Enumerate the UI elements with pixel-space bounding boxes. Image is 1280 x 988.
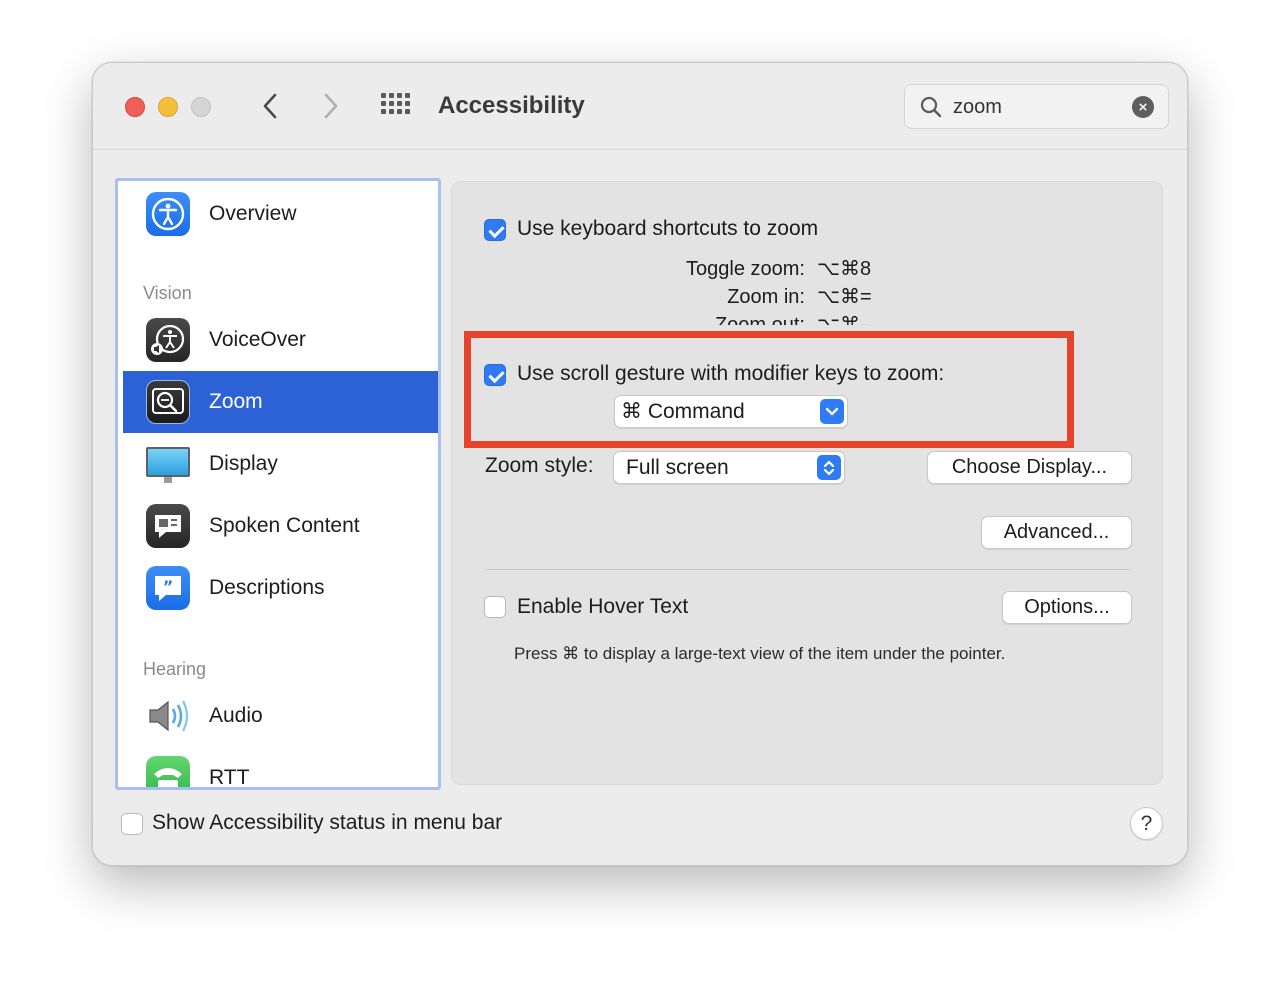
back-button[interactable] xyxy=(253,89,287,123)
sidebar-item-rtt[interactable]: RTT xyxy=(123,747,438,789)
shortcut-keys: ⌥⌘8 xyxy=(817,258,872,280)
show-all-grid-button[interactable] xyxy=(380,92,412,120)
zoom-settings-pane: Use keyboard shortcuts to zoom Toggle zo… xyxy=(451,181,1163,785)
hover-text-label: Enable Hover Text xyxy=(517,595,689,618)
sidebar-item-zoom[interactable]: Zoom xyxy=(123,371,438,433)
chevron-left-icon xyxy=(263,93,277,119)
chevron-right-icon xyxy=(324,93,338,119)
zoom-style-value: Full screen xyxy=(626,456,729,479)
help-button[interactable]: ? xyxy=(1130,807,1163,840)
sidebar-item-spoken-content[interactable]: Spoken Content xyxy=(123,495,438,557)
preferences-window: Accessibility × Overview Vision VoiceOve… xyxy=(92,62,1188,866)
speech-bubble-icon xyxy=(146,504,190,548)
sidebar-item-descriptions[interactable]: ” Descriptions xyxy=(123,557,438,619)
accessibility-person-icon xyxy=(146,192,190,236)
sidebar-section-vision: Vision xyxy=(143,283,192,303)
shortcut-label: Zoom out: xyxy=(714,314,805,325)
shortcut-label: Zoom in: xyxy=(727,286,805,308)
section-divider xyxy=(485,569,1131,570)
shortcut-toggle-zoom: Toggle zoom: ⌥⌘8 xyxy=(605,255,905,283)
sidebar-item-label: VoiceOver xyxy=(209,328,306,351)
sidebar-item-label: Display xyxy=(209,452,278,475)
search-field[interactable]: × xyxy=(904,84,1169,129)
hover-options-button[interactable]: Options... xyxy=(1002,591,1132,624)
sidebar-item-label: Zoom xyxy=(209,390,263,413)
sidebar-item-audio[interactable]: Audio xyxy=(123,685,438,747)
sidebar-item-label: Spoken Content xyxy=(209,514,360,537)
sidebar-item-overview[interactable]: Overview xyxy=(123,183,438,245)
sidebar-list[interactable]: Overview Vision VoiceOver Zoom Display S… xyxy=(115,178,441,790)
zoom-style-popup[interactable]: Full screen xyxy=(613,451,845,484)
status-menu-bar-label: Show Accessibility status in menu bar xyxy=(152,811,503,834)
telephone-icon xyxy=(146,756,190,787)
sidebar-item-label: Audio xyxy=(209,704,263,727)
advanced-button[interactable]: Advanced... xyxy=(981,516,1132,549)
sidebar-item-voiceover[interactable]: VoiceOver xyxy=(123,309,438,371)
sidebar-item-label: Descriptions xyxy=(209,576,325,599)
minimize-window-button[interactable] xyxy=(158,97,178,117)
window-title: Accessibility xyxy=(438,92,585,119)
sidebar-item-label: Overview xyxy=(209,202,297,225)
display-monitor-icon xyxy=(146,447,190,477)
shortcut-list: Toggle zoom: ⌥⌘8 Zoom in: ⌥⌘= Zoom out: … xyxy=(452,182,1162,325)
sidebar-item-label: RTT xyxy=(209,766,250,789)
shortcut-zoom-out: Zoom out: ⌥⌘- xyxy=(605,311,905,325)
shortcut-keys: ⌥⌘- xyxy=(817,314,867,325)
shortcut-label: Toggle zoom: xyxy=(686,258,805,280)
status-menu-bar-checkbox[interactable] xyxy=(121,813,143,835)
annotation-highlight-box xyxy=(464,331,1074,448)
zoom-style-label: Zoom style: xyxy=(485,454,594,477)
titlebar: Accessibility × xyxy=(93,63,1187,150)
sidebar-section-hearing: Hearing xyxy=(143,659,207,679)
forward-button[interactable] xyxy=(314,89,348,123)
monitor-stand xyxy=(164,477,172,483)
zoom-window-button[interactable] xyxy=(191,97,211,117)
clear-icon[interactable]: × xyxy=(1132,96,1154,118)
zoom-icon xyxy=(146,380,190,424)
shortcut-zoom-in: Zoom in: ⌥⌘= xyxy=(605,283,905,311)
search-input[interactable] xyxy=(953,93,1123,121)
speaker-icon xyxy=(146,694,190,738)
hover-text-note: Press ⌘ to display a large-text view of … xyxy=(514,644,1006,663)
magnifier-icon xyxy=(920,96,942,118)
shortcut-keys: ⌥⌘= xyxy=(817,286,872,308)
sidebar-item-display[interactable]: Display xyxy=(123,433,438,495)
quote-bubble-icon: ” xyxy=(146,566,190,610)
close-window-button[interactable] xyxy=(125,97,145,117)
svg-text:”: ” xyxy=(163,577,174,596)
voiceover-icon xyxy=(146,318,190,362)
hover-text-checkbox[interactable] xyxy=(484,596,506,618)
up-down-arrows-icon xyxy=(817,455,841,480)
choose-display-button[interactable]: Choose Display... xyxy=(927,451,1132,484)
